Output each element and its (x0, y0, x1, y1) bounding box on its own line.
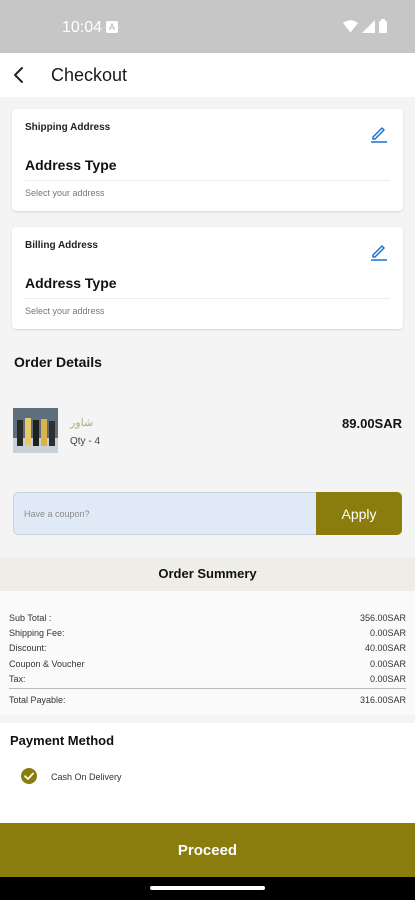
summary-label: Shipping Fee: (9, 628, 65, 638)
signal-icon (362, 19, 375, 33)
summary-total-label: Total Payable: (9, 695, 66, 705)
shipping-address-label: Shipping Address (25, 122, 111, 133)
order-summary: Sub Total : 356.00SAR Shipping Fee: 0.00… (0, 591, 415, 715)
pencil-icon[interactable] (369, 241, 389, 261)
payment-method-title: Payment Method (10, 733, 115, 748)
check-circle-icon[interactable] (20, 767, 38, 785)
summary-row-tax: Tax: 0.00SAR (9, 674, 406, 689)
shipping-address-card[interactable]: Shipping Address Address Type Select you… (12, 109, 403, 211)
summary-value: 356.00SAR (359, 613, 406, 623)
payment-option-label: Cash On Delivery (51, 772, 122, 782)
summary-divider (9, 688, 406, 689)
summary-row-subtotal: Sub Total : 356.00SAR (9, 613, 406, 628)
billing-address-label: Billing Address (25, 240, 98, 251)
proceed-button[interactable]: Proceed (0, 823, 415, 877)
status-icons (343, 19, 387, 33)
home-gesture-handle[interactable] (150, 886, 265, 890)
summary-row-discount: Discount: 40.00SAR (9, 643, 406, 658)
shipping-address-type: Address Type (25, 157, 117, 173)
chevron-left-icon (14, 67, 23, 83)
billing-address-type: Address Type (25, 275, 117, 291)
summary-total-value: 316.00SAR (359, 695, 406, 705)
summary-label: Sub Total : (9, 613, 52, 623)
summary-row-shipping: Shipping Fee: 0.00SAR (9, 628, 406, 643)
notification-icon: A (106, 21, 118, 33)
order-summary-title: Order Summery (0, 557, 415, 591)
divider (25, 298, 390, 299)
back-button[interactable] (8, 63, 32, 87)
product-quantity: Qty - 4 (70, 436, 101, 447)
payment-option-cod[interactable]: Cash On Delivery (20, 767, 220, 787)
status-time: 10:04 (62, 19, 103, 36)
summary-label: Coupon & Voucher (9, 659, 85, 669)
summary-label: Discount: (9, 643, 47, 653)
billing-address-card[interactable]: Billing Address Address Type Select your… (12, 227, 403, 329)
summary-value: 40.00SAR (364, 643, 406, 653)
product-image-graphic (13, 408, 58, 453)
system-nav-bar (0, 877, 415, 900)
order-details-title: Order Details (14, 354, 102, 370)
billing-address-hint: Select your address (25, 306, 105, 316)
pencil-icon[interactable] (369, 123, 389, 143)
shipping-address-hint: Select your address (25, 188, 105, 198)
product-name[interactable]: شاور (70, 416, 93, 429)
status-bar: 10:04 A (0, 0, 415, 53)
divider (25, 180, 390, 181)
battery-icon (379, 19, 387, 33)
summary-row-total: Total Payable: 316.00SAR (9, 695, 406, 710)
summary-value: 0.00SAR (369, 659, 406, 669)
summary-row-coupon: Coupon & Voucher 0.00SAR (9, 659, 406, 674)
page-title: Checkout (51, 65, 128, 85)
wifi-icon (343, 19, 358, 32)
coupon-input[interactable] (13, 492, 316, 535)
product-price: 89.00SAR (342, 416, 402, 431)
summary-value: 0.00SAR (369, 628, 406, 638)
apply-coupon-button[interactable]: Apply (316, 492, 402, 535)
product-image (13, 408, 58, 453)
summary-label: Tax: (9, 674, 26, 684)
app-bar: Checkout (0, 53, 415, 97)
payment-method-section: Payment Method Cash On Delivery (0, 723, 415, 823)
summary-value: 0.00SAR (369, 674, 406, 684)
